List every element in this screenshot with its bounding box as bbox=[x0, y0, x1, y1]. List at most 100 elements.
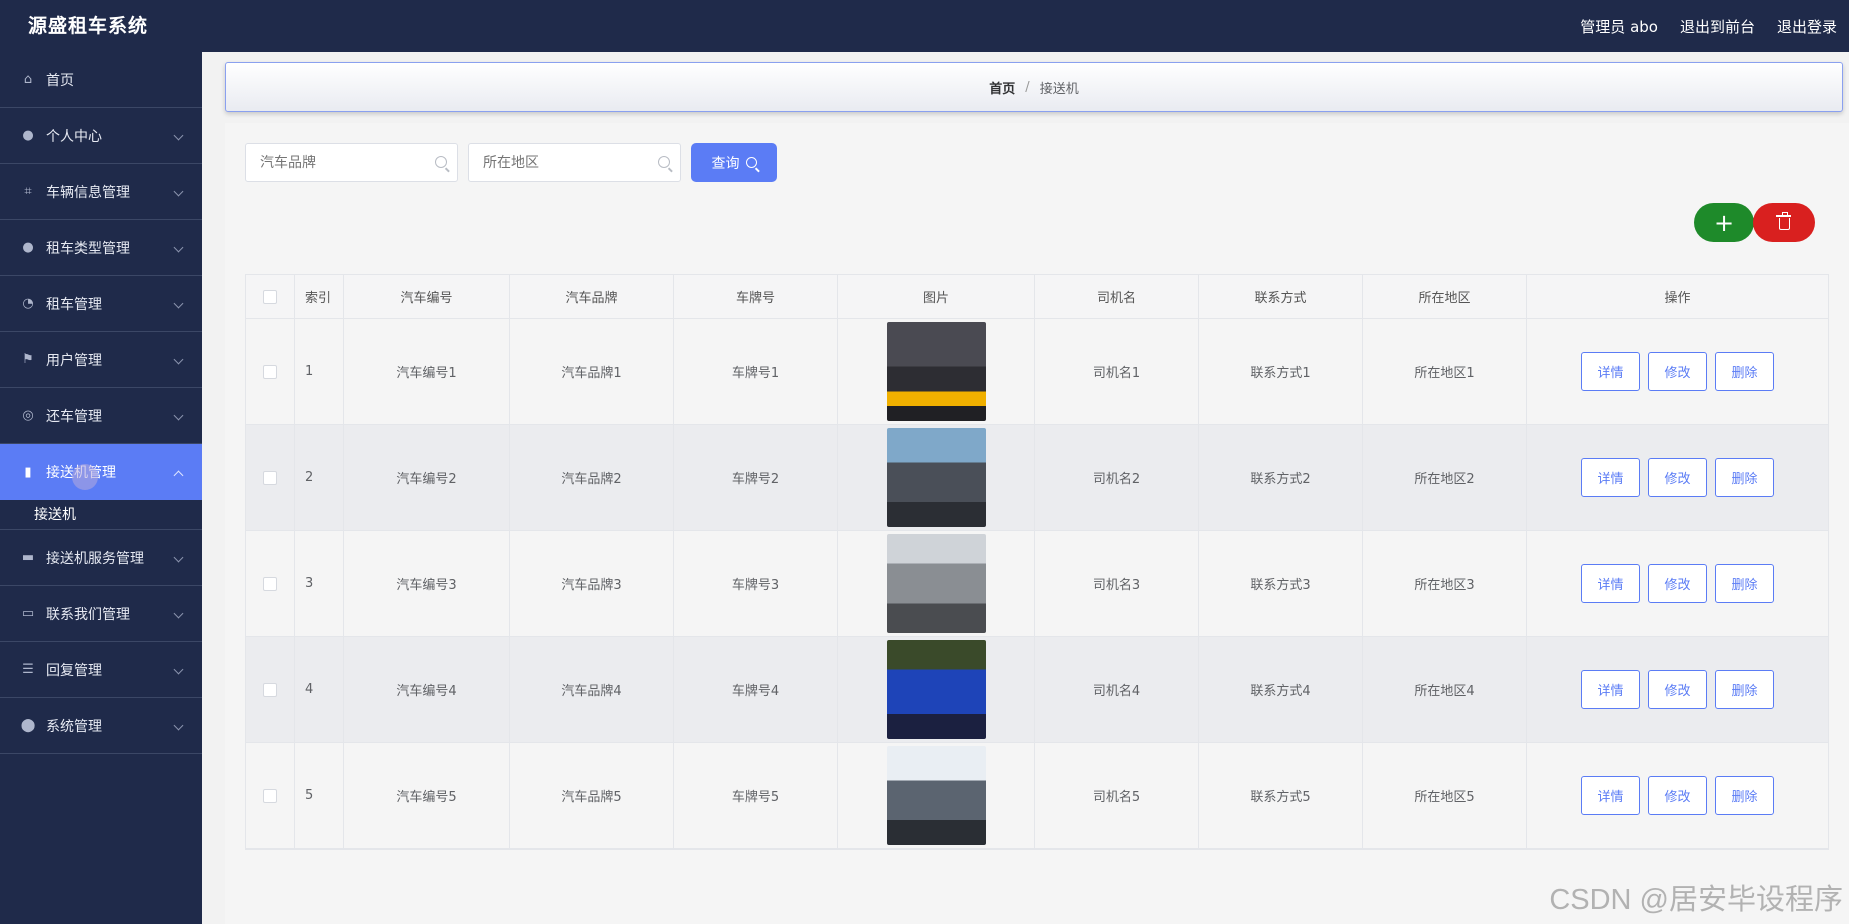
admin-user-label: 管理员 abo bbox=[1580, 17, 1658, 36]
lifebuoy-icon: ◎ bbox=[22, 408, 34, 423]
chat-icon: ▭ bbox=[21, 606, 35, 621]
cell-contact: 联系方式4 bbox=[1199, 637, 1363, 742]
cell-index: 4 bbox=[295, 637, 344, 742]
sidebar-item-reply[interactable]: ☰ 回复管理 bbox=[0, 642, 202, 698]
query-button[interactable]: 查询 bbox=[691, 143, 777, 182]
query-button-label: 查询 bbox=[711, 155, 740, 172]
chevron-down-icon bbox=[173, 186, 184, 196]
sidebar-item-home[interactable]: ⌂ 首页 bbox=[0, 52, 202, 108]
detail-button[interactable]: 详情 bbox=[1581, 458, 1640, 497]
delete-button[interactable]: 删除 bbox=[1715, 564, 1774, 603]
edit-button[interactable]: 修改 bbox=[1648, 776, 1707, 815]
delete-button[interactable]: 删除 bbox=[1715, 352, 1774, 391]
row-checkbox[interactable] bbox=[263, 364, 277, 379]
cell-operations: 详情 修改 删除 bbox=[1527, 531, 1828, 636]
cell-contact: 联系方式5 bbox=[1199, 743, 1363, 848]
cell-code: 汽车编号2 bbox=[344, 425, 510, 530]
car-thumbnail[interactable] bbox=[886, 534, 986, 633]
cell-plate: 车牌号1 bbox=[674, 319, 838, 424]
cell-contact: 联系方式1 bbox=[1199, 319, 1363, 424]
cell-brand: 汽车品牌2 bbox=[510, 425, 674, 530]
plus-icon: + bbox=[1713, 208, 1735, 237]
brand-search-field[interactable] bbox=[245, 143, 458, 182]
cell-brand: 汽车品牌3 bbox=[510, 531, 674, 636]
table-header: 索引 汽车编号 汽车品牌 车牌号 图片 司机名 联系方式 所在地区 操作 bbox=[246, 275, 1828, 319]
detail-button[interactable]: 详情 bbox=[1581, 670, 1640, 709]
sidebar-item-vehicle-info[interactable]: ⌗ 车辆信息管理 bbox=[0, 164, 202, 220]
logout-link[interactable]: 退出登录 bbox=[1777, 16, 1837, 37]
edit-button[interactable]: 修改 bbox=[1648, 458, 1707, 497]
exit-to-front-link[interactable]: 退出到前台 bbox=[1680, 16, 1755, 37]
cell-index: 2 bbox=[295, 425, 344, 530]
sidebar-item-rental-type[interactable]: ● 租车类型管理 bbox=[0, 220, 202, 276]
select-all-checkbox[interactable] bbox=[263, 289, 277, 304]
header-index: 索引 bbox=[295, 275, 344, 318]
detail-button[interactable]: 详情 bbox=[1581, 352, 1640, 391]
submenu-item-airport-transfer[interactable]: 接送机 bbox=[0, 500, 202, 530]
header-code: 汽车编号 bbox=[344, 275, 510, 318]
sidebar-item-airport-transfer[interactable]: ▮ 接送机管理 bbox=[0, 444, 202, 500]
chevron-down-icon bbox=[173, 552, 184, 562]
cell-brand: 汽车品牌4 bbox=[510, 637, 674, 742]
row-checkbox-cell bbox=[246, 319, 295, 424]
table-row: 5 汽车编号5 汽车品牌5 车牌号5 司机名5 联系方式5 所在地区5 详情 修… bbox=[246, 743, 1828, 849]
cell-region: 所在地区2 bbox=[1363, 425, 1527, 530]
detail-button[interactable]: 详情 bbox=[1581, 564, 1640, 603]
home-icon: ⌂ bbox=[23, 72, 33, 87]
header-picture: 图片 bbox=[838, 275, 1035, 318]
breadcrumb-current: 接送机 bbox=[1039, 81, 1079, 97]
row-checkbox[interactable] bbox=[263, 576, 277, 591]
edit-button[interactable]: 修改 bbox=[1648, 564, 1707, 603]
cell-plate: 车牌号3 bbox=[674, 531, 838, 636]
car-thumbnail[interactable] bbox=[886, 428, 986, 527]
sidebar-item-rental[interactable]: ◔ 租车管理 bbox=[0, 276, 202, 332]
row-checkbox[interactable] bbox=[263, 470, 277, 485]
sidebar-item-label: 回复管理 bbox=[46, 662, 102, 679]
gauge-icon: ◔ bbox=[22, 296, 34, 311]
batch-delete-button[interactable] bbox=[1753, 203, 1815, 242]
sidebar-item-return[interactable]: ◎ 还车管理 bbox=[0, 388, 202, 444]
sidebar-item-users[interactable]: ⚑ 用户管理 bbox=[0, 332, 202, 388]
cell-picture bbox=[838, 531, 1035, 636]
header-checkbox-cell bbox=[246, 275, 295, 318]
delete-button[interactable]: 删除 bbox=[1715, 458, 1774, 497]
list-icon: ☰ bbox=[22, 662, 34, 677]
breadcrumb-home[interactable]: 首页 bbox=[989, 78, 1015, 97]
region-search-field[interactable] bbox=[468, 143, 681, 182]
row-checkbox[interactable] bbox=[263, 788, 277, 803]
header-operations: 操作 bbox=[1664, 291, 1691, 306]
region-search-input[interactable] bbox=[469, 144, 639, 181]
cell-driver: 司机名2 bbox=[1035, 425, 1199, 530]
sidebar-item-system[interactable]: ⬤ 系统管理 bbox=[0, 698, 202, 754]
sidebar-item-label: 系统管理 bbox=[46, 718, 102, 735]
crop-icon: ⌗ bbox=[24, 184, 32, 199]
delete-button[interactable]: 删除 bbox=[1715, 776, 1774, 815]
brand-search-input[interactable] bbox=[246, 144, 416, 181]
cell-operations: 详情 修改 删除 bbox=[1527, 743, 1828, 848]
breadcrumb-separator: / bbox=[1025, 79, 1030, 95]
sidebar-item-label: 车辆信息管理 bbox=[46, 184, 130, 201]
edit-button[interactable]: 修改 bbox=[1648, 352, 1707, 391]
delete-button[interactable]: 删除 bbox=[1715, 670, 1774, 709]
car-thumbnail[interactable] bbox=[886, 746, 986, 845]
sidebar-item-label: 联系我们管理 bbox=[46, 606, 130, 623]
car-thumbnail[interactable] bbox=[886, 322, 986, 421]
add-button[interactable]: + bbox=[1694, 203, 1754, 242]
sidebar-item-personal-center[interactable]: ● 个人中心 bbox=[0, 108, 202, 164]
row-checkbox[interactable] bbox=[263, 682, 277, 697]
sidebar-item-transfer-service[interactable]: ▬ 接送机服务管理 bbox=[0, 530, 202, 586]
table-row: 1 汽车编号1 汽车品牌1 车牌号1 司机名1 联系方式1 所在地区1 详情 修… bbox=[246, 319, 1828, 425]
chevron-down-icon bbox=[173, 720, 184, 730]
top-actions: 管理员 abo 退出到前台 退出登录 bbox=[1580, 0, 1837, 52]
user-icon: ● bbox=[22, 240, 34, 255]
car-thumbnail[interactable] bbox=[886, 640, 986, 739]
detail-button[interactable]: 详情 bbox=[1581, 776, 1640, 815]
cell-code: 汽车编号4 bbox=[344, 637, 510, 742]
row-checkbox-cell bbox=[246, 531, 295, 636]
chevron-down-icon bbox=[173, 354, 184, 364]
cell-contact: 联系方式3 bbox=[1199, 531, 1363, 636]
chevron-down-icon bbox=[173, 242, 184, 252]
sidebar: ⌂ 首页 ● 个人中心 ⌗ 车辆信息管理 ● 租车类型管理 ◔ 租车管理 ⚑ 用… bbox=[0, 52, 202, 924]
sidebar-item-contact-us[interactable]: ▭ 联系我们管理 bbox=[0, 586, 202, 642]
edit-button[interactable]: 修改 bbox=[1648, 670, 1707, 709]
